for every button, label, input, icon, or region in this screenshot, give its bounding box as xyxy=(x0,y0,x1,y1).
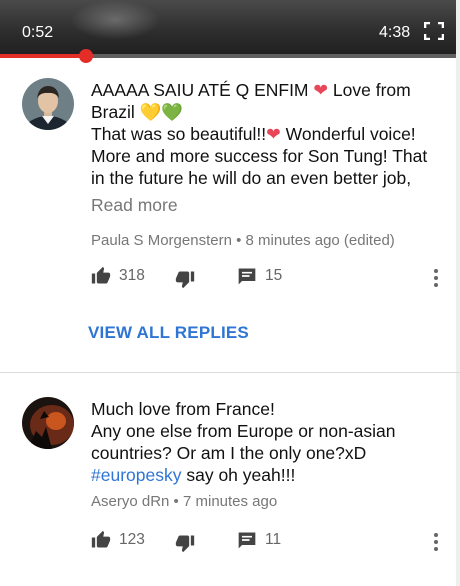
comment-divider xyxy=(0,372,460,373)
reply-button[interactable]: 11 xyxy=(237,530,281,550)
author-name[interactable]: Paula S Morgenstern xyxy=(91,232,232,249)
like-count: 318 xyxy=(119,267,145,284)
author-name[interactable]: Aseryo dRn xyxy=(91,493,169,510)
current-time: 0:52 xyxy=(22,24,54,41)
comment-actions: 123 11 xyxy=(91,530,451,554)
like-count: 123 xyxy=(119,531,145,548)
comment-text: Much love from France! Any one else from… xyxy=(91,399,396,485)
fullscreen-icon[interactable] xyxy=(424,22,444,40)
comment-time: 7 minutes ago xyxy=(182,493,278,510)
like-button[interactable]: 318 xyxy=(91,266,145,286)
like-button[interactable]: 123 xyxy=(91,530,145,550)
more-vertical-icon[interactable] xyxy=(434,269,438,290)
comment-actions: 318 15 xyxy=(91,266,451,290)
reply-comment-icon xyxy=(238,268,256,285)
avatar[interactable] xyxy=(22,397,74,449)
video-player[interactable]: 0:52 4:38 xyxy=(0,0,460,56)
thumbs-up-icon xyxy=(91,530,111,548)
hearts-emoji: 💛💚 xyxy=(139,102,184,122)
heart-emoji: ❤ xyxy=(266,124,281,144)
thumbs-down-icon xyxy=(175,535,195,553)
video-frame-blur xyxy=(70,0,160,40)
comment-text: AAAAA SAIU ATÉ Q ENFIM ❤ Love from Brazi… xyxy=(91,80,428,188)
progress-fill xyxy=(0,54,87,58)
reply-comment-icon xyxy=(238,532,256,549)
progress-bar[interactable] xyxy=(0,54,460,58)
comment-body: Much love from France! Any one else from… xyxy=(91,398,441,486)
duration: 4:38 xyxy=(379,24,411,41)
progress-scrubber[interactable] xyxy=(79,49,94,63)
comment-meta: Aseryo dRn • 7 minutes ago xyxy=(91,493,278,510)
reply-button[interactable]: 15 xyxy=(237,266,282,286)
comment-time: 8 minutes ago (edited) xyxy=(245,232,395,249)
heart-emoji: ❤ xyxy=(313,80,329,100)
more-vertical-icon[interactable] xyxy=(434,533,438,554)
dislike-button[interactable] xyxy=(175,533,195,553)
comment-meta: Paula S Morgenstern • 8 minutes ago (edi… xyxy=(91,232,395,249)
thumbs-down-icon xyxy=(175,271,195,289)
reply-count: 15 xyxy=(265,267,283,284)
read-more-link[interactable]: Read more xyxy=(91,195,441,216)
view-all-replies-link[interactable]: VIEW ALL REPLIES xyxy=(88,323,249,343)
comment-body: AAAAA SAIU ATÉ Q ENFIM ❤ Love from Brazi… xyxy=(91,79,441,216)
thumbs-up-icon xyxy=(91,266,111,284)
avatar[interactable] xyxy=(22,78,74,130)
scroll-edge xyxy=(456,0,460,586)
hashtag-link[interactable]: #europesky xyxy=(91,465,181,485)
dislike-button[interactable] xyxy=(175,269,195,289)
reply-count: 11 xyxy=(265,531,282,548)
